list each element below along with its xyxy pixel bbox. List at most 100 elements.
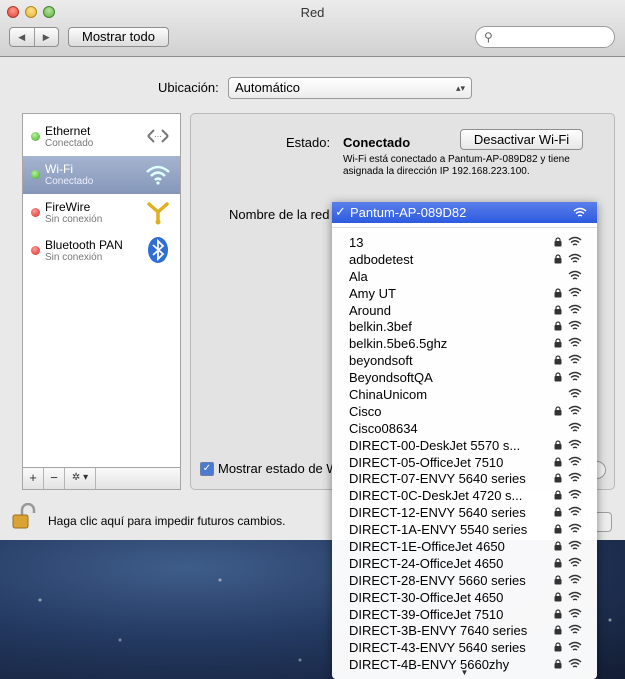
disable-wifi-button[interactable]: Desactivar Wi-Fi [460,129,583,150]
service-item-firewire[interactable]: FireWire Sin conexión [23,194,180,232]
checkbox-checked-icon: ✓ [200,461,214,476]
network-name: DIRECT-24-OfficeJet 4650 [349,555,504,571]
search-field[interactable]: ⚲ [475,26,615,48]
menu-item-network[interactable]: DIRECT-05-OfficeJet 7510 [332,454,597,471]
wifi-signal-icon [568,591,582,601]
scroll-down-icon[interactable]: ▼ [332,668,597,677]
menu-item-network[interactable]: DIRECT-1E-OfficeJet 4650 [332,538,597,555]
menu-item-network[interactable]: DIRECT-00-DeskJet 5570 s... [332,437,597,454]
add-service-button[interactable]: + [23,468,44,489]
service-item-wifi[interactable]: Wi-Fi Conectado [23,156,180,194]
lock-icon [554,338,562,348]
lock-icon [554,625,562,635]
network-list: 13 adbodetest Ala Amy UT Around belkin.3bef be… [332,234,597,673]
network-name: 13 [349,235,364,250]
status-dot-icon [31,208,40,217]
lock-icon [554,609,562,619]
menu-item-network[interactable]: 13 [332,234,597,251]
network-name: DIRECT-3B-ENVY 7640 series [349,623,528,639]
status-value: Conectado [343,135,411,150]
menu-item-network[interactable]: Cisco [332,403,597,420]
wifi-signal-icon [568,608,582,618]
menu-item-network[interactable]: Amy UT [332,285,597,302]
status-dot-icon [31,170,40,179]
back-button[interactable]: ◀ [10,28,34,46]
network-name: DIRECT-05-OfficeJet 7510 [349,454,504,470]
status-dot-icon [31,246,40,255]
show-all-button[interactable]: Mostrar todo [68,27,169,47]
checkmark-icon: ✓ [335,204,346,219]
network-name: belkin.5be6.5ghz [349,336,448,352]
service-name: Wi-Fi [45,162,73,176]
menu-item-network[interactable]: belkin.3bef [332,318,597,335]
menu-separator [332,227,597,228]
menu-item-network[interactable]: belkin.5be6.5ghz [332,335,597,352]
lock-text[interactable]: Haga clic aquí para impedir futuros camb… [48,514,285,528]
lock-icon [554,321,562,331]
lock-icon [554,541,562,551]
lock-icon [554,592,562,602]
service-item-ethernet[interactable]: Ethernet Conectado ··· [23,118,180,156]
menu-item-network[interactable]: adbodetest [332,251,597,268]
wifi-signal-icon [568,507,582,516]
menu-item-network[interactable]: DIRECT-0C-DeskJet 4720 s... [332,487,597,504]
network-name: Pantum-AP-089D82 [350,205,467,220]
status-dot-icon [31,132,40,141]
network-name: Around [349,302,391,318]
lock-icon [554,237,562,247]
bluetooth-icon [148,237,168,263]
wifi-signal-icon [568,540,582,550]
lock-icon[interactable] [12,503,36,529]
network-name: DIRECT-43-ENVY 5640 series [349,640,526,656]
menu-item-network[interactable]: Cisco08634 [332,420,597,437]
menu-item-network[interactable]: BeyondsoftQA [332,369,597,386]
menu-item-network[interactable]: Ala [332,268,597,285]
menu-item-network[interactable]: DIRECT-1A-ENVY 5540 series [332,521,597,538]
wifi-signal-icon [568,287,582,297]
network-name: DIRECT-07-ENVY 5640 series [349,471,526,487]
wifi-signal-icon [568,371,582,381]
lock-icon [554,288,562,298]
service-list-toolbar: + − ✲ ▾ [22,468,181,490]
forward-button[interactable]: ▶ [33,28,59,46]
menu-item-network[interactable]: DIRECT-07-ENVY 5640 series [332,470,597,487]
menu-item-network[interactable]: beyondsoft [332,352,597,369]
network-name: DIRECT-39-OfficeJet 7510 [349,606,504,622]
nav-back-forward: ◀ ▶ [9,27,59,47]
menu-item-network[interactable]: DIRECT-3B-ENVY 7640 series [332,622,597,639]
search-icon: ⚲ [484,30,493,44]
menu-item-network[interactable]: DIRECT-30-OfficeJet 4650 [332,589,597,606]
lock-icon [554,254,562,264]
location-select[interactable]: Automático ▴▾ [228,77,472,99]
menu-item-network[interactable]: DIRECT-24-OfficeJet 4650 [332,555,597,572]
wifi-signal-icon [568,304,582,314]
network-name: DIRECT-00-DeskJet 5570 s... [349,437,521,453]
remove-service-button[interactable]: − [44,468,65,489]
wifi-signal-icon [573,207,587,217]
menu-item-network[interactable]: DIRECT-28-ENVY 5660 series [332,572,597,589]
menu-item-selected-network[interactable]: ✓ Pantum-AP-089D82 [332,202,597,223]
menu-item-network[interactable]: DIRECT-43-ENVY 5640 series [332,639,597,656]
menu-item-network[interactable]: ChinaUnicom [332,386,597,403]
menu-item-network[interactable]: DIRECT-12-ENVY 5640 series [332,504,597,521]
location-label: Ubicación: [158,80,219,95]
show-status-label: Mostrar estado de W [218,461,339,476]
service-status: Sin conexión [45,252,103,263]
network-name: belkin.3bef [349,319,412,335]
menu-item-network[interactable]: Around [332,302,597,319]
wifi-signal-icon [568,321,582,331]
show-status-checkbox[interactable]: ✓ Mostrar estado de W [200,461,339,476]
network-name: Cisco [349,403,382,419]
service-item-bluetooth-pan[interactable]: Bluetooth PAN Sin conexión [23,232,180,270]
service-name: Bluetooth PAN [45,238,123,252]
menu-item-network[interactable]: DIRECT-39-OfficeJet 7510 [332,606,597,623]
wifi-signal-icon [568,456,582,466]
wifi-signal-icon [568,422,582,432]
wifi-signal-icon [568,557,582,567]
lock-icon [554,372,562,382]
gear-menu-button[interactable]: ✲ ▾ [65,468,96,489]
service-status: Sin conexión [45,214,103,225]
network-name: Cisco08634 [349,420,418,436]
wifi-signal-icon [568,388,582,398]
network-name: DIRECT-0C-DeskJet 4720 s... [349,488,523,504]
